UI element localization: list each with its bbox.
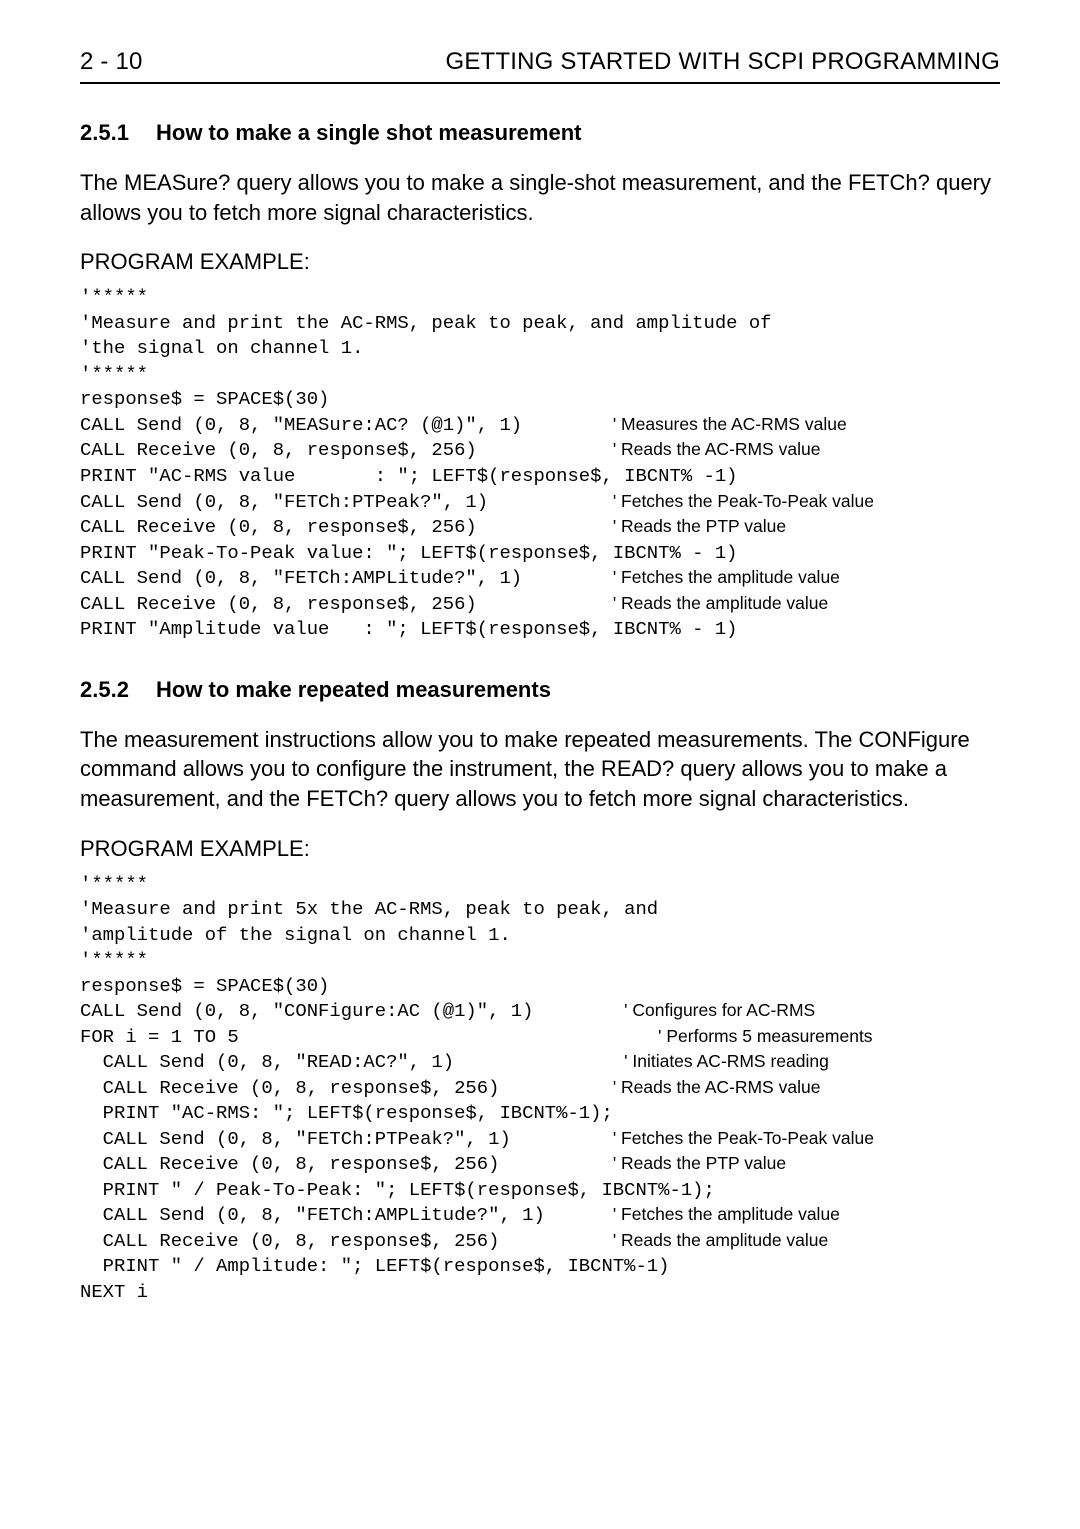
code-line: CALL Receive (0, 8, response$, 256): [80, 1230, 499, 1252]
section-heading-252: 2.5.2How to make repeated measurements: [80, 677, 1000, 703]
code-line: FOR i = 1 TO 5: [80, 1026, 239, 1048]
section-heading-251: 2.5.1How to make a single shot measureme…: [80, 120, 1000, 146]
code-line: PRINT " / Amplitude: "; LEFT$(response$,…: [80, 1255, 669, 1277]
code-line: CALL Receive (0, 8, response$, 256): [80, 1077, 499, 1099]
code-line: 'Measure and print 5x the AC-RMS, peak t…: [80, 898, 658, 920]
code-line: CALL Receive (0, 8, response$, 256): [80, 1153, 499, 1175]
section-body-252: The measurement instructions allow you t…: [80, 725, 1000, 814]
code-line: CALL Send (0, 8, "CONFigure:AC (@1)", 1): [80, 1000, 533, 1022]
code-line: CALL Receive (0, 8, response$, 256): [80, 593, 477, 615]
code-comment: ' Reads the amplitude value: [613, 593, 828, 613]
program-example-heading-2: PROGRAM EXAMPLE:: [80, 836, 1000, 862]
code-line: CALL Send (0, 8, "READ:AC?", 1): [80, 1051, 454, 1073]
code-line: response$ = SPACE$(30): [80, 975, 329, 997]
code-line: PRINT " / Peak-To-Peak: "; LEFT$(respons…: [80, 1179, 715, 1201]
code-line: PRINT "Amplitude value : "; LEFT$(respon…: [80, 618, 738, 640]
section-body-251: The MEASure? query allows you to make a …: [80, 168, 1000, 227]
code-line: PRINT "AC-RMS: "; LEFT$(response$, IBCNT…: [80, 1102, 613, 1124]
code-comment: ' Reads the AC-RMS value: [613, 439, 821, 459]
code-line: CALL Send (0, 8, "FETCh:PTPeak?", 1): [80, 1128, 511, 1150]
code-line: 'Measure and print the AC-RMS, peak to p…: [80, 312, 772, 334]
code-line: 'the signal on channel 1.: [80, 337, 363, 359]
code-line: '*****: [80, 363, 148, 385]
code-line: CALL Send (0, 8, "MEASure:AC? (@1)", 1): [80, 414, 522, 436]
code-line: PRINT "Peak-To-Peak value: "; LEFT$(resp…: [80, 542, 738, 564]
code-line: CALL Receive (0, 8, response$, 256): [80, 439, 477, 461]
section-number: 2.5.1: [80, 120, 156, 146]
code-line: '*****: [80, 949, 148, 971]
page: 2 - 10 GETTING STARTED WITH SCPI PROGRAM…: [0, 0, 1080, 1399]
code-block-2: '***** 'Measure and print 5x the AC-RMS,…: [80, 872, 1000, 1306]
code-comment: ' Reads the AC-RMS value: [613, 1077, 821, 1097]
code-line: PRINT "AC-RMS value : "; LEFT$(response$…: [80, 465, 738, 487]
code-comment: ' Fetches the Peak-To-Peak value: [613, 491, 874, 511]
chapter-title: GETTING STARTED WITH SCPI PROGRAMMING: [445, 48, 1000, 76]
code-comment: ' Reads the PTP value: [613, 516, 786, 536]
code-comment: ' Measures the AC-RMS value: [613, 414, 847, 434]
code-line: CALL Send (0, 8, "FETCh:AMPLitude?", 1): [80, 567, 522, 589]
code-comment: ' Performs 5 measurements: [658, 1026, 872, 1046]
code-comment: ' Fetches the Peak-To-Peak value: [613, 1128, 874, 1148]
code-line: '*****: [80, 873, 148, 895]
code-comment: ' Reads the PTP value: [613, 1153, 786, 1173]
section-title: How to make repeated measurements: [156, 677, 551, 702]
code-comment: ' Configures for AC-RMS: [624, 1000, 815, 1020]
code-line: CALL Send (0, 8, "FETCh:AMPLitude?", 1): [80, 1204, 545, 1226]
code-line: response$ = SPACE$(30): [80, 388, 329, 410]
code-line: CALL Receive (0, 8, response$, 256): [80, 516, 477, 538]
code-comment: ' Fetches the amplitude value: [613, 567, 840, 587]
section-number: 2.5.2: [80, 677, 156, 703]
header-rule: [80, 82, 1000, 84]
section-title: How to make a single shot measurement: [156, 120, 581, 145]
page-number: 2 - 10: [80, 48, 143, 76]
code-line: CALL Send (0, 8, "FETCh:PTPeak?", 1): [80, 491, 488, 513]
code-line: '*****: [80, 286, 148, 308]
code-comment: ' Fetches the amplitude value: [613, 1204, 840, 1224]
program-example-heading-1: PROGRAM EXAMPLE:: [80, 249, 1000, 275]
page-header: 2 - 10 GETTING STARTED WITH SCPI PROGRAM…: [80, 48, 1000, 76]
code-line: NEXT i: [80, 1281, 148, 1303]
code-block-1: '***** 'Measure and print the AC-RMS, pe…: [80, 285, 1000, 642]
code-line: 'amplitude of the signal on channel 1.: [80, 924, 511, 946]
code-comment: ' Initiates AC-RMS reading: [624, 1051, 829, 1071]
code-comment: ' Reads the amplitude value: [613, 1230, 828, 1250]
